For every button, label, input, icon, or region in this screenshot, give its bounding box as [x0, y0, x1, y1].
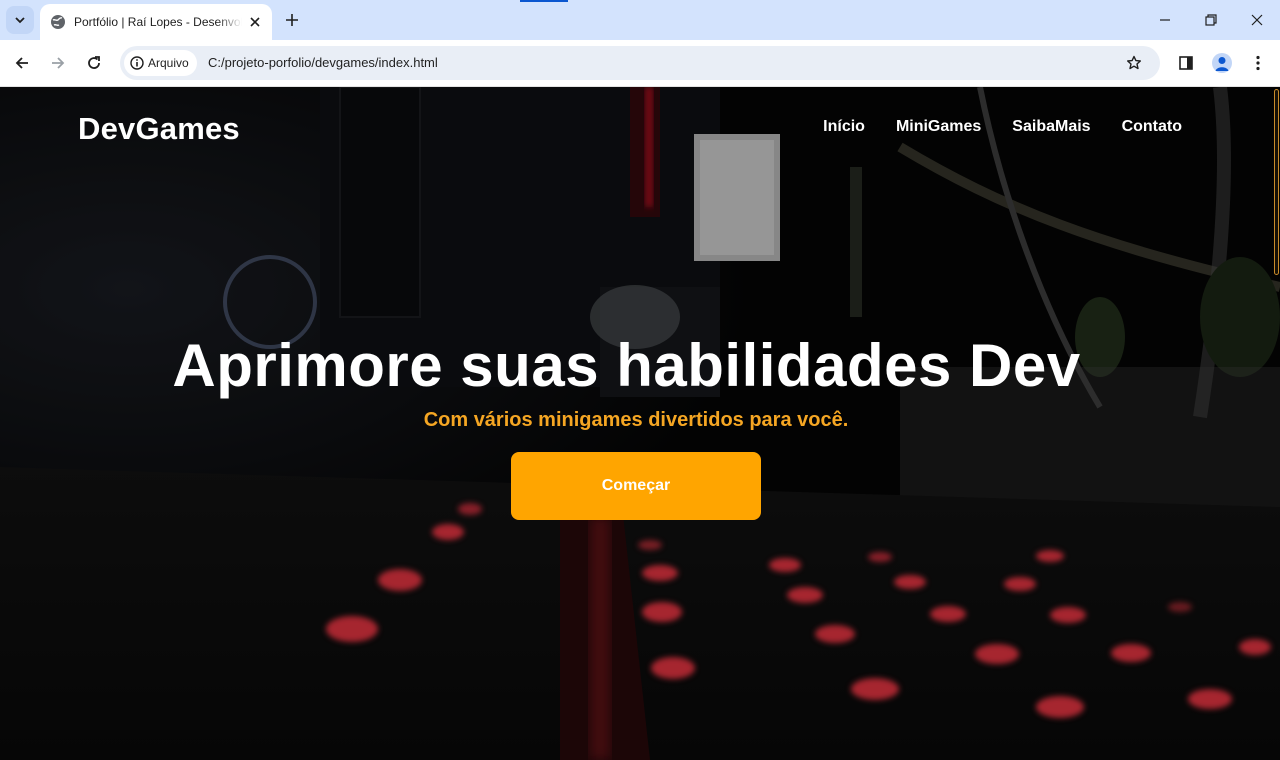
- plus-icon: [286, 14, 298, 26]
- nav-link-minigames[interactable]: MiniGames: [896, 118, 981, 136]
- hero-subtitle: Com vários minigames divertidos para voc…: [423, 409, 849, 431]
- side-panel-icon: [1179, 56, 1193, 70]
- close-tab-button[interactable]: [246, 13, 264, 31]
- tab-strip-accent: [520, 0, 568, 2]
- address-bar[interactable]: Arquivo C:/projeto-porfolio/devgames/ind…: [120, 46, 1160, 80]
- forward-icon: [52, 57, 65, 69]
- new-tab-button[interactable]: [280, 8, 304, 32]
- window-close-button[interactable]: [1234, 0, 1280, 40]
- kebab-menu-icon: [1256, 55, 1260, 71]
- forward-button[interactable]: [44, 49, 72, 77]
- restore-icon: [1205, 14, 1217, 26]
- start-button[interactable]: Começar: [511, 452, 761, 520]
- bookmark-button[interactable]: [1124, 53, 1144, 73]
- nav-link-contato[interactable]: Contato: [1122, 118, 1182, 136]
- minimize-icon: [1160, 19, 1170, 21]
- browser-toolbar: Arquivo C:/projeto-porfolio/devgames/ind…: [0, 40, 1280, 87]
- browser-tab[interactable]: Portfólio | Raí Lopes - Desenvolvedor: [40, 4, 272, 40]
- back-icon: [15, 57, 28, 69]
- page-viewport: DevGames Início MiniGames SaibaMais Cont…: [0, 87, 1280, 760]
- site-logo[interactable]: DevGames: [78, 111, 240, 147]
- avatar: [1212, 53, 1232, 73]
- url-text[interactable]: C:/projeto-porfolio/devgames/index.html: [208, 55, 438, 70]
- window-close-icon: [1251, 14, 1263, 26]
- browser-menu-button[interactable]: [1244, 49, 1272, 77]
- site-info-chip[interactable]: Arquivo: [124, 50, 197, 76]
- side-panel-button[interactable]: [1172, 49, 1200, 77]
- site-info-label: Arquivo: [148, 56, 189, 70]
- nav-link-saibamais[interactable]: SaibaMais: [1012, 118, 1090, 136]
- close-icon: [250, 17, 260, 27]
- hero-title: Aprimore suas habilidades Dev: [172, 332, 1081, 399]
- tab-title: Portfólio | Raí Lopes - Desenvolvedor: [74, 15, 242, 29]
- reload-icon: [88, 56, 100, 69]
- site-nav: Início MiniGames SaibaMais Contato: [823, 118, 1182, 136]
- scrollbar-thumb[interactable]: [1274, 89, 1279, 275]
- reload-button[interactable]: [80, 49, 108, 77]
- restore-button[interactable]: [1188, 0, 1234, 40]
- tab-strip: Portfólio | Raí Lopes - Desenvolvedor: [0, 0, 1280, 40]
- info-icon: [130, 56, 144, 70]
- profile-icon: [1215, 57, 1229, 71]
- minimize-button[interactable]: [1142, 0, 1188, 40]
- profile-button[interactable]: [1208, 49, 1236, 77]
- back-button[interactable]: [8, 49, 36, 77]
- globe-icon: [51, 15, 65, 29]
- nav-link-inicio[interactable]: Início: [823, 118, 865, 136]
- chevron-down-icon: [15, 17, 25, 24]
- star-icon: [1127, 55, 1141, 70]
- tab-search-button[interactable]: [6, 6, 34, 34]
